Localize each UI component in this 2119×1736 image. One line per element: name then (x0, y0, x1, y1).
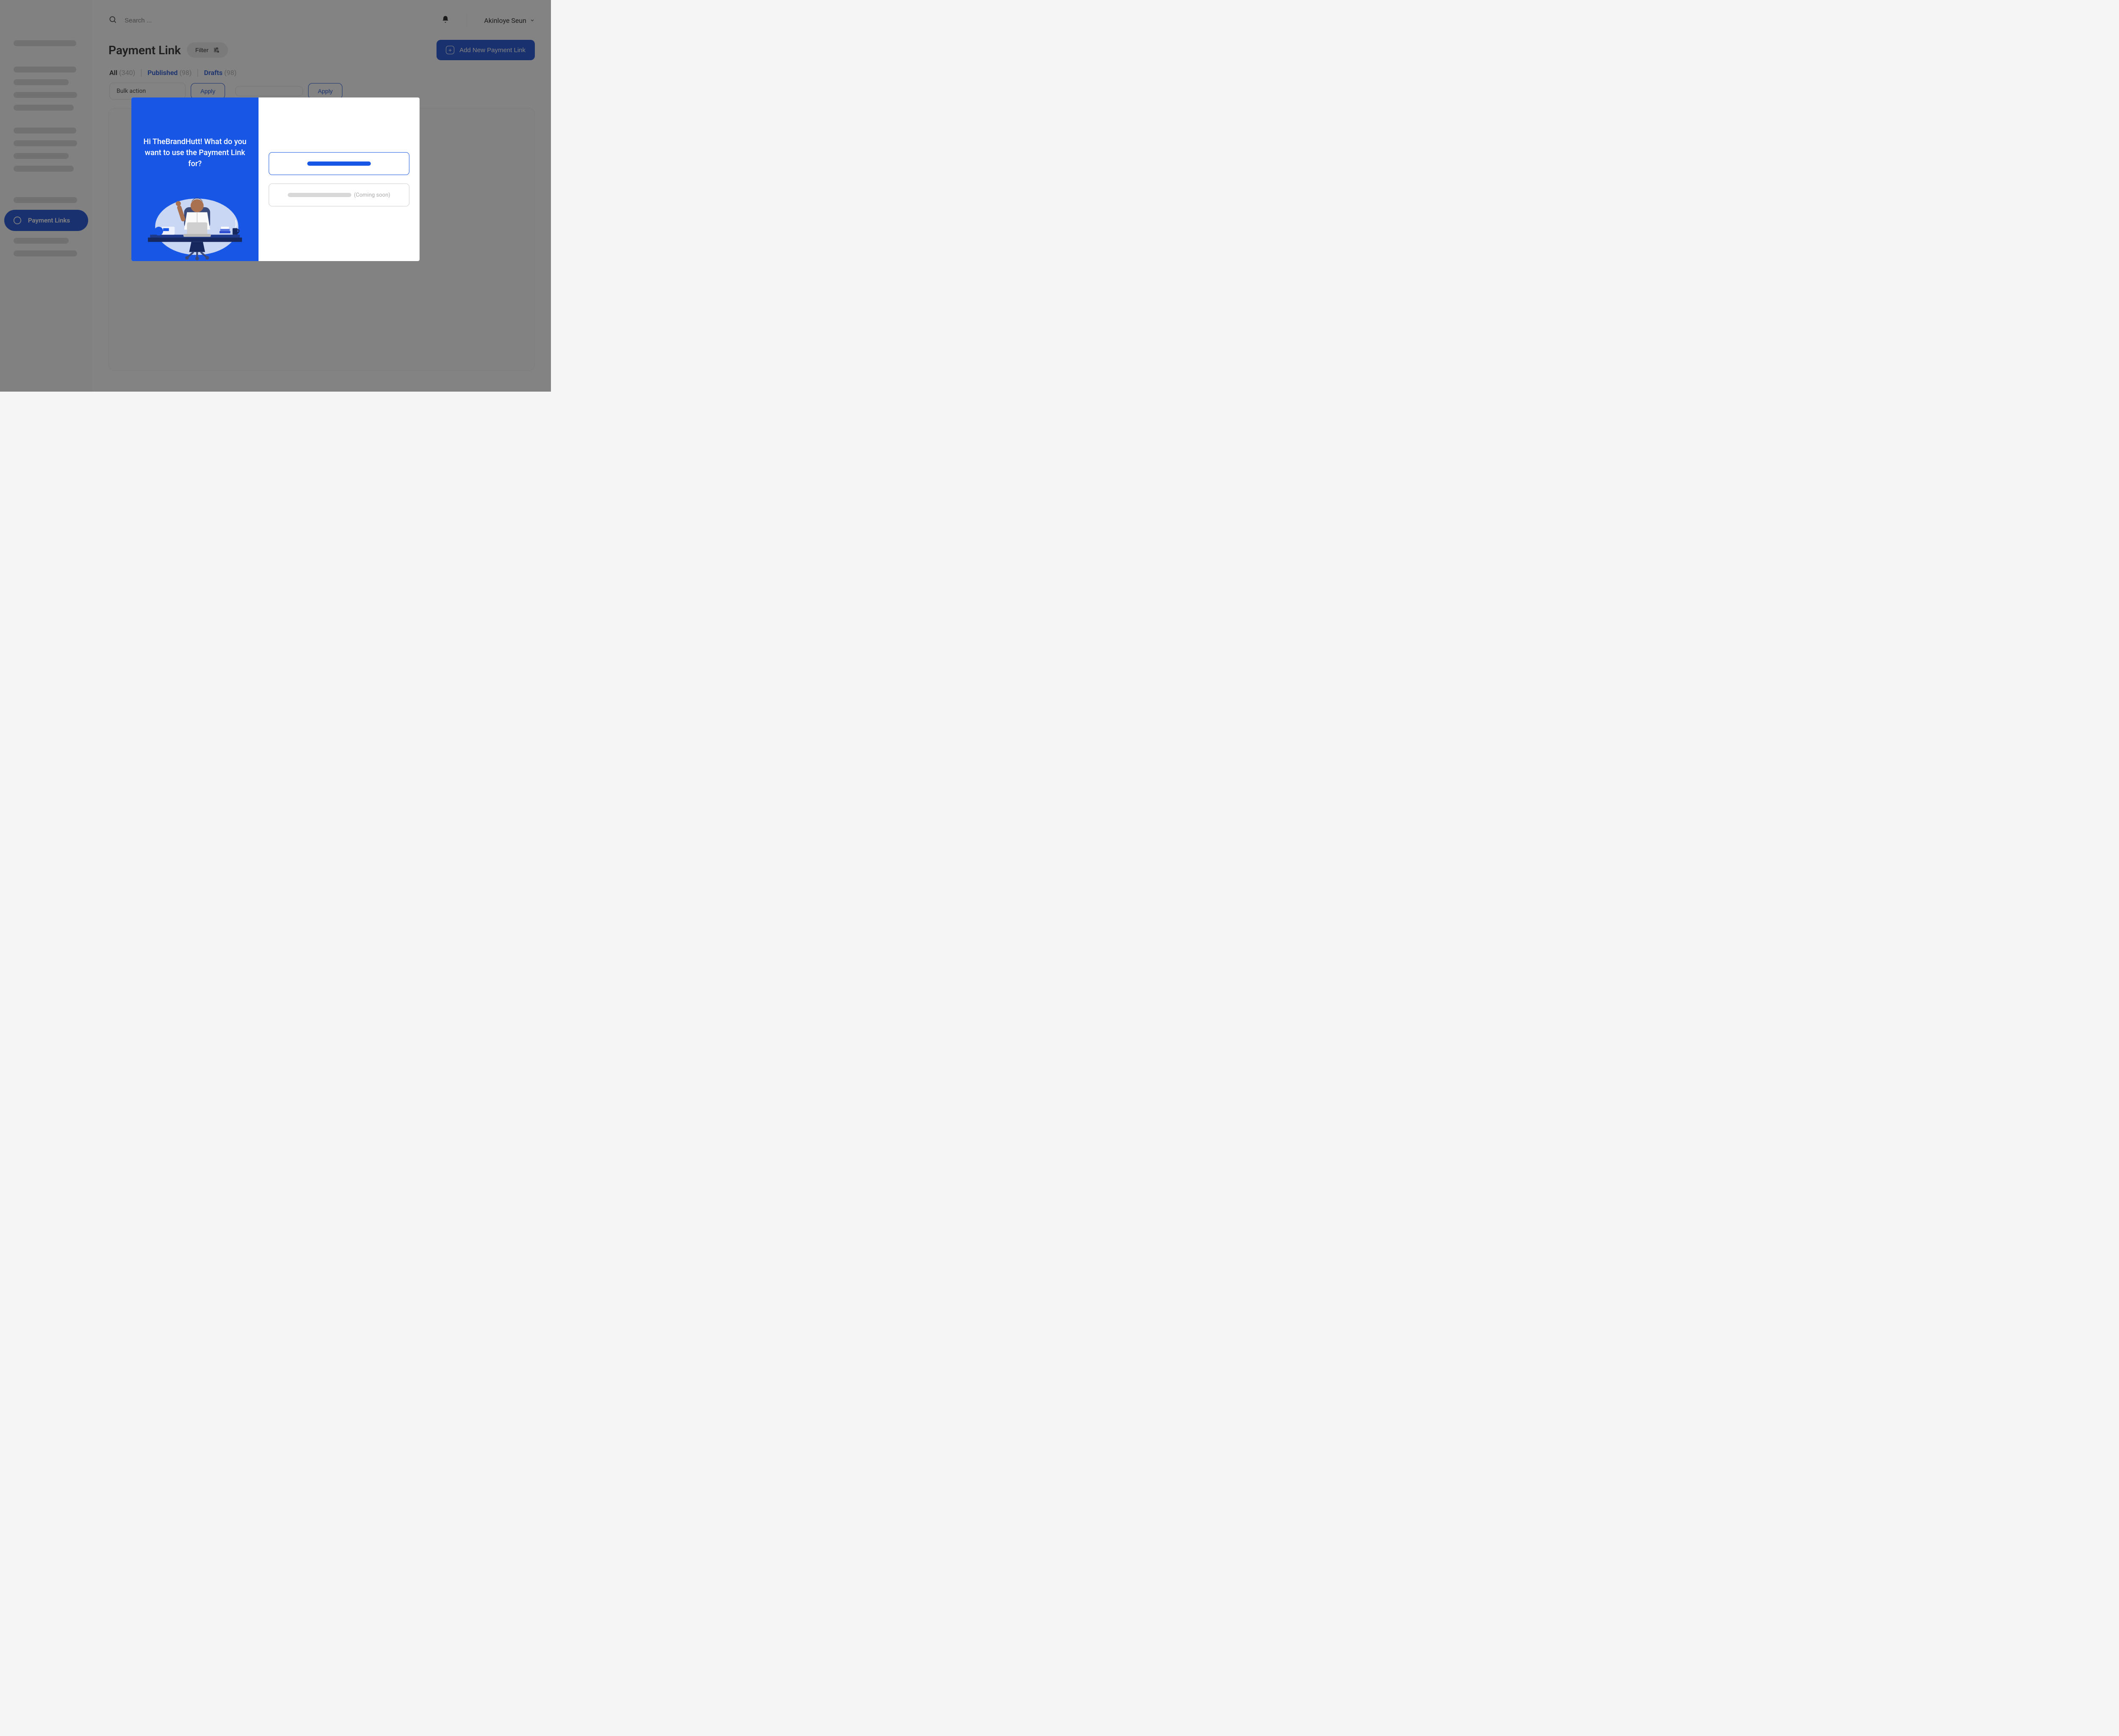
modal-left-panel: Hi TheBrandHutt! What do you want to use… (131, 97, 259, 261)
option-skeleton (307, 161, 371, 166)
modal-greeting: Hi TheBrandHutt! What do you want to use… (141, 136, 249, 170)
payment-link-purpose-modal: Hi TheBrandHutt! What do you want to use… (131, 97, 420, 261)
modal-illustration (141, 178, 249, 261)
modal-overlay[interactable]: Hi TheBrandHutt! What do you want to use… (0, 0, 551, 392)
coming-soon-label: (Coming soon) (354, 192, 390, 198)
modal-option-primary[interactable] (269, 152, 409, 175)
modal-options: (Coming soon) (259, 97, 420, 261)
option-skeleton (288, 193, 351, 197)
modal-option-disabled: (Coming soon) (269, 184, 409, 206)
